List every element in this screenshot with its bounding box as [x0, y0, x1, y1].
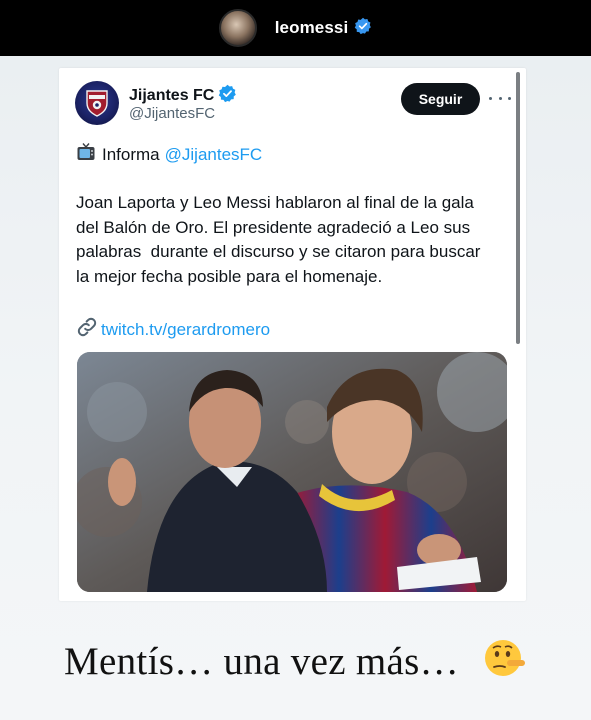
- tweet-author-name[interactable]: Jijantes FC: [129, 87, 214, 105]
- story-header: leomessi: [0, 0, 591, 56]
- lying-face-emoji-icon: [483, 636, 527, 690]
- tweet-link-text[interactable]: twitch.tv/gerardromero: [101, 320, 270, 340]
- scrollbar[interactable]: [516, 72, 520, 344]
- story-caption: Mentís… una vez más…: [0, 636, 591, 690]
- tweet-body-text: Joan Laporta y Leo Messi hablaron al fin…: [76, 193, 481, 286]
- link-icon: [76, 316, 98, 343]
- verified-badge-icon: [218, 84, 237, 108]
- jijantes-logo-icon: [86, 90, 108, 117]
- informa-line: Informa @JijantesFC: [76, 142, 262, 167]
- story-caption-text: Mentís… una vez más…: [64, 640, 459, 683]
- more-options-icon[interactable]: [489, 88, 511, 108]
- photo-laporta-messi-embrace: [77, 352, 507, 592]
- verified-badge-icon: [354, 17, 372, 40]
- television-icon: [76, 142, 96, 167]
- follow-button[interactable]: Seguir: [401, 83, 480, 115]
- tweet-author-avatar[interactable]: [75, 81, 119, 125]
- tweet-link[interactable]: twitch.tv/gerardromero: [76, 316, 270, 343]
- informa-label: Informa: [102, 144, 160, 164]
- tweet-photo[interactable]: [77, 352, 507, 592]
- embedded-tweet-card[interactable]: Jijantes FC @JijantesFC Seguir Informa @…: [59, 68, 526, 601]
- informa-mention-link[interactable]: @JijantesFC: [165, 145, 263, 165]
- tweet-author-handle[interactable]: @JijantesFC: [129, 105, 215, 122]
- story-username[interactable]: leomessi: [275, 18, 349, 38]
- profile-avatar[interactable]: [218, 9, 257, 47]
